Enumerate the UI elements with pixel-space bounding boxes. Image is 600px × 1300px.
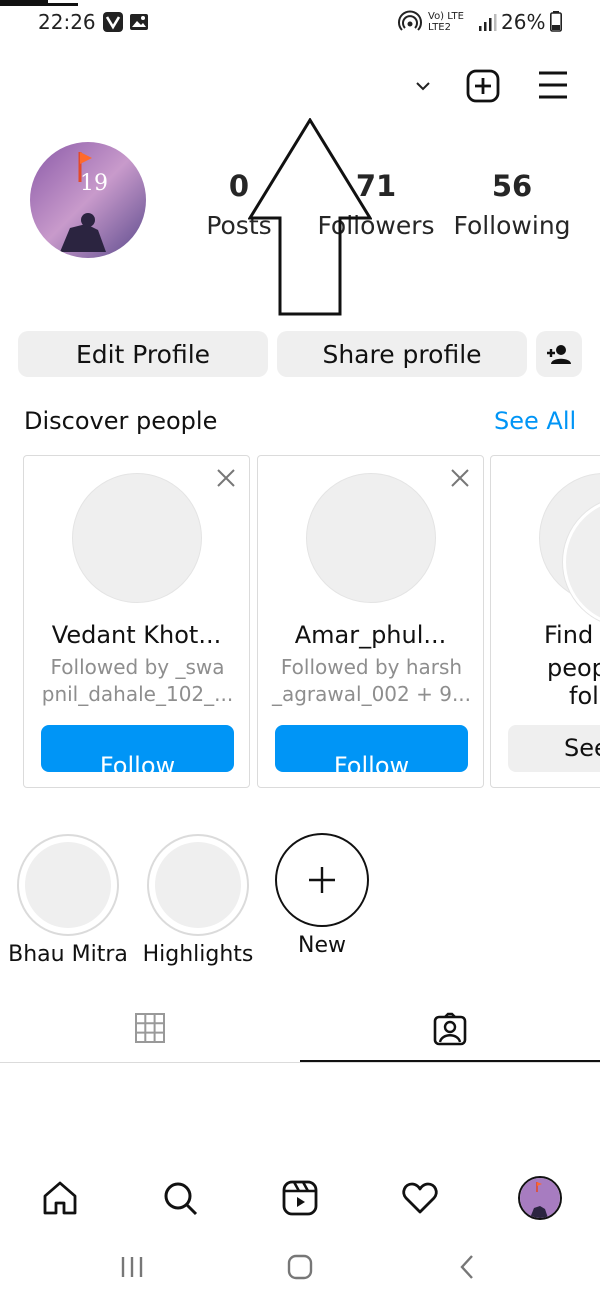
see-all-link[interactable]: See All bbox=[494, 407, 576, 435]
back-icon[interactable] bbox=[458, 1254, 476, 1280]
highlight-label[interactable]: Bhau Mitra bbox=[3, 942, 133, 967]
close-icon[interactable] bbox=[215, 467, 237, 489]
share-profile-button[interactable]: Share profile bbox=[277, 331, 527, 377]
hotspot-icon bbox=[398, 10, 422, 34]
status-bar: 22:26 Vo) LTE LTE2 26% bbox=[0, 0, 600, 46]
gallery-notification-icon bbox=[129, 12, 149, 32]
reels-icon[interactable] bbox=[280, 1178, 320, 1218]
search-icon[interactable] bbox=[160, 1178, 200, 1218]
grid-tab-icon[interactable] bbox=[134, 1012, 166, 1044]
suggestion-card[interactable]: Vedant Khot... Followed by _swa pnil_dah… bbox=[23, 455, 250, 788]
battery-icon bbox=[550, 11, 562, 32]
highlight-item[interactable] bbox=[17, 834, 119, 936]
context-line: pnil_dahale_102_... bbox=[41, 682, 234, 706]
new-highlight-button[interactable] bbox=[275, 833, 369, 927]
highlight-item[interactable] bbox=[147, 834, 249, 936]
find-friends-card-clip: Find peop fol See bbox=[490, 455, 600, 788]
context-line: Followed by _swa bbox=[50, 655, 225, 679]
plus-icon bbox=[309, 867, 335, 893]
network-type-label: Vo) LTE LTE2 bbox=[428, 11, 464, 33]
highlight-cover bbox=[155, 842, 241, 928]
find-friends-title: Find bbox=[544, 621, 594, 649]
following-label[interactable]: Following bbox=[437, 211, 587, 240]
close-icon[interactable] bbox=[449, 467, 471, 489]
home-button-icon[interactable] bbox=[287, 1254, 313, 1280]
profile-tab-avatar[interactable] bbox=[518, 1176, 562, 1220]
suggested-user-avatar[interactable] bbox=[72, 473, 202, 603]
app-notification-icon bbox=[103, 12, 123, 32]
see-all-button[interactable]: See bbox=[508, 725, 600, 772]
system-nav-bar bbox=[0, 1236, 600, 1300]
follow-button[interactable]: Follow bbox=[41, 725, 234, 772]
suggested-user-name[interactable]: Vedant Khot... bbox=[24, 621, 249, 649]
new-highlight-label[interactable]: New bbox=[257, 933, 387, 958]
home-icon[interactable] bbox=[40, 1178, 80, 1218]
find-friends-card[interactable]: Find peop fol See bbox=[490, 455, 600, 788]
tab-divider bbox=[0, 1062, 600, 1063]
suggested-user-context: Followed by harsh _agrawal_002 + 9... bbox=[270, 654, 473, 708]
chevron-down-icon[interactable] bbox=[414, 78, 432, 92]
tagged-tab-icon[interactable] bbox=[433, 1012, 467, 1046]
find-friends-line-2: fol bbox=[569, 682, 599, 710]
network-label: Vo) LTE LTE2 bbox=[428, 11, 464, 33]
discover-title: Discover people bbox=[24, 407, 218, 435]
signal-icon bbox=[478, 12, 498, 32]
battery-percent: 26% bbox=[501, 10, 546, 34]
status-time: 22:26 bbox=[38, 10, 96, 34]
profile-avatar[interactable]: 19 bbox=[30, 142, 146, 258]
suggested-user-name[interactable]: Amar_phul... bbox=[258, 621, 483, 649]
annotation-arrow bbox=[247, 117, 373, 316]
activity-heart-icon[interactable] bbox=[400, 1178, 440, 1218]
highlight-cover bbox=[25, 842, 111, 928]
find-friends-line-1: peop bbox=[547, 654, 600, 682]
edit-profile-button[interactable]: Edit Profile bbox=[18, 331, 268, 377]
follow-label: Follow bbox=[333, 752, 410, 772]
following-count[interactable]: 56 bbox=[452, 169, 572, 203]
suggestion-card[interactable]: Amar_phul... Followed by harsh _agrawal_… bbox=[257, 455, 484, 788]
active-tab-indicator bbox=[300, 1060, 600, 1062]
context-line: Followed by harsh bbox=[280, 655, 463, 679]
suggested-user-context: Followed by _swa pnil_dahale_102_... bbox=[36, 654, 239, 708]
create-post-icon[interactable] bbox=[466, 69, 500, 103]
highlight-label[interactable]: Highlights bbox=[133, 942, 263, 967]
svg-text:19: 19 bbox=[80, 171, 108, 196]
discover-people-button[interactable] bbox=[536, 331, 582, 377]
follow-label: Follow bbox=[99, 752, 176, 772]
add-person-icon bbox=[547, 345, 571, 364]
menu-icon[interactable] bbox=[537, 70, 569, 100]
suggested-user-avatar[interactable] bbox=[306, 473, 436, 603]
context-line: _agrawal_002 + 9... bbox=[271, 682, 472, 706]
recent-apps-icon[interactable] bbox=[120, 1256, 144, 1278]
follow-button[interactable]: Follow bbox=[275, 725, 468, 772]
